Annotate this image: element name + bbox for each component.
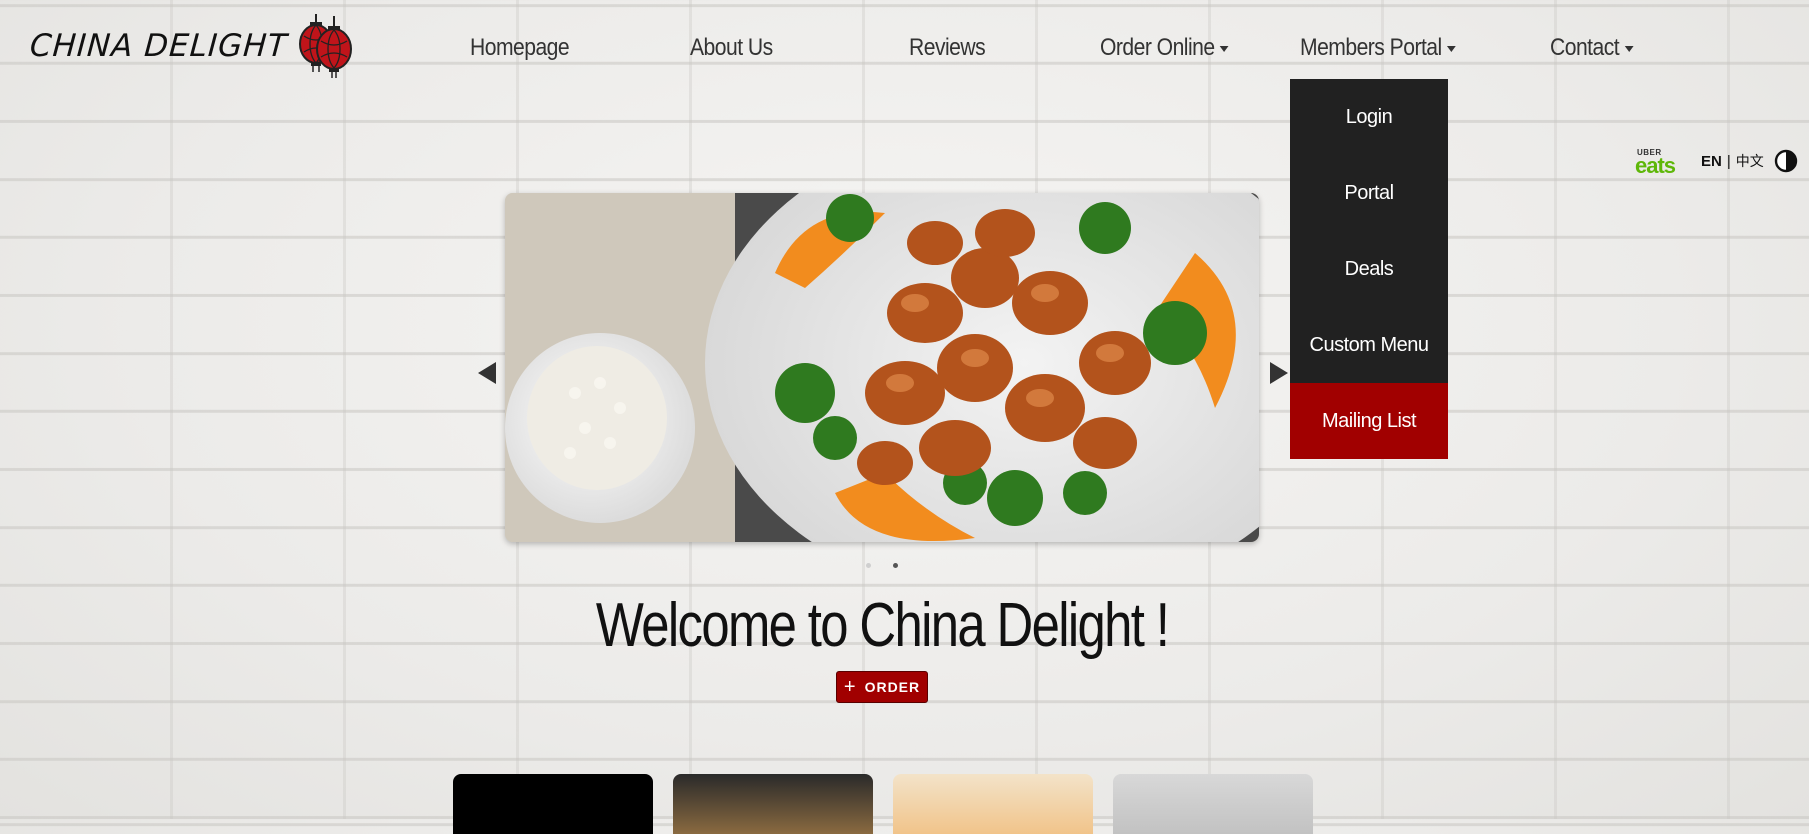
featured-thumbnails — [453, 774, 1313, 834]
thumbnail-card[interactable] — [1113, 774, 1313, 834]
lang-separator: | — [1726, 153, 1731, 170]
main-nav: Homepage About Us Reviews Order Online M… — [0, 28, 1809, 68]
hero-carousel-slide — [505, 193, 1259, 542]
thumbnail-card[interactable] — [673, 774, 873, 834]
thumbnail-card[interactable] — [893, 774, 1093, 834]
uber-eats-link[interactable]: UBER eats — [1635, 148, 1689, 178]
utility-bar: UBER eats EN | 中文 — [1635, 148, 1798, 178]
carousel-next-arrow-icon[interactable] — [1268, 360, 1290, 386]
nav-homepage[interactable]: Homepage — [470, 28, 570, 68]
chevron-down-icon — [1219, 45, 1229, 52]
lang-zh-link[interactable]: 中文 — [1736, 154, 1764, 170]
thumbnail-card[interactable] — [453, 774, 653, 834]
nav-about-us[interactable]: About Us — [690, 28, 773, 68]
nav-about-us-label: About Us — [690, 34, 773, 61]
uber-eats-logo-bottom: eats — [1635, 153, 1676, 178]
plus-icon: + — [843, 676, 857, 698]
carousel-indicators — [866, 563, 898, 568]
carousel-prev-arrow-icon[interactable] — [476, 360, 498, 386]
language-switcher: EN | 中文 — [1701, 151, 1764, 171]
lang-en-link[interactable]: EN — [1701, 153, 1722, 170]
welcome-heading: Welcome to China Delight ! — [0, 590, 1765, 661]
dropdown-item-deals[interactable]: Deals — [1290, 231, 1448, 307]
dropdown-item-login[interactable]: Login — [1290, 79, 1448, 155]
chevron-down-icon — [1446, 45, 1456, 52]
food-photo — [505, 193, 1259, 542]
nav-contact-label: Contact — [1550, 34, 1620, 61]
dropdown-item-custom-menu[interactable]: Custom Menu — [1290, 307, 1448, 383]
nav-order-online[interactable]: Order Online — [1100, 28, 1229, 68]
nav-reviews-label: Reviews — [909, 34, 986, 61]
nav-contact[interactable]: Contact — [1550, 28, 1634, 68]
nav-homepage-label: Homepage — [470, 34, 570, 61]
nav-reviews[interactable]: Reviews — [909, 28, 986, 68]
welcome-heading-text: Welcome to China Delight ! — [596, 591, 1170, 660]
nav-members-portal-label: Members Portal — [1300, 34, 1442, 61]
order-button[interactable]: + ORDER — [836, 671, 928, 703]
dropdown-item-mailing-list[interactable]: Mailing List — [1290, 383, 1448, 459]
members-portal-dropdown: Login Portal Deals Custom Menu Mailing L… — [1290, 79, 1448, 459]
nav-order-online-label: Order Online — [1100, 34, 1215, 61]
contrast-toggle-icon[interactable] — [1774, 149, 1798, 173]
nav-members-portal[interactable]: Members Portal — [1300, 28, 1456, 68]
chevron-down-icon — [1624, 45, 1634, 52]
carousel-dot-1[interactable] — [866, 563, 871, 568]
carousel-dot-2[interactable] — [893, 563, 898, 568]
order-button-label: ORDER — [864, 679, 921, 695]
dropdown-item-portal[interactable]: Portal — [1290, 155, 1448, 231]
